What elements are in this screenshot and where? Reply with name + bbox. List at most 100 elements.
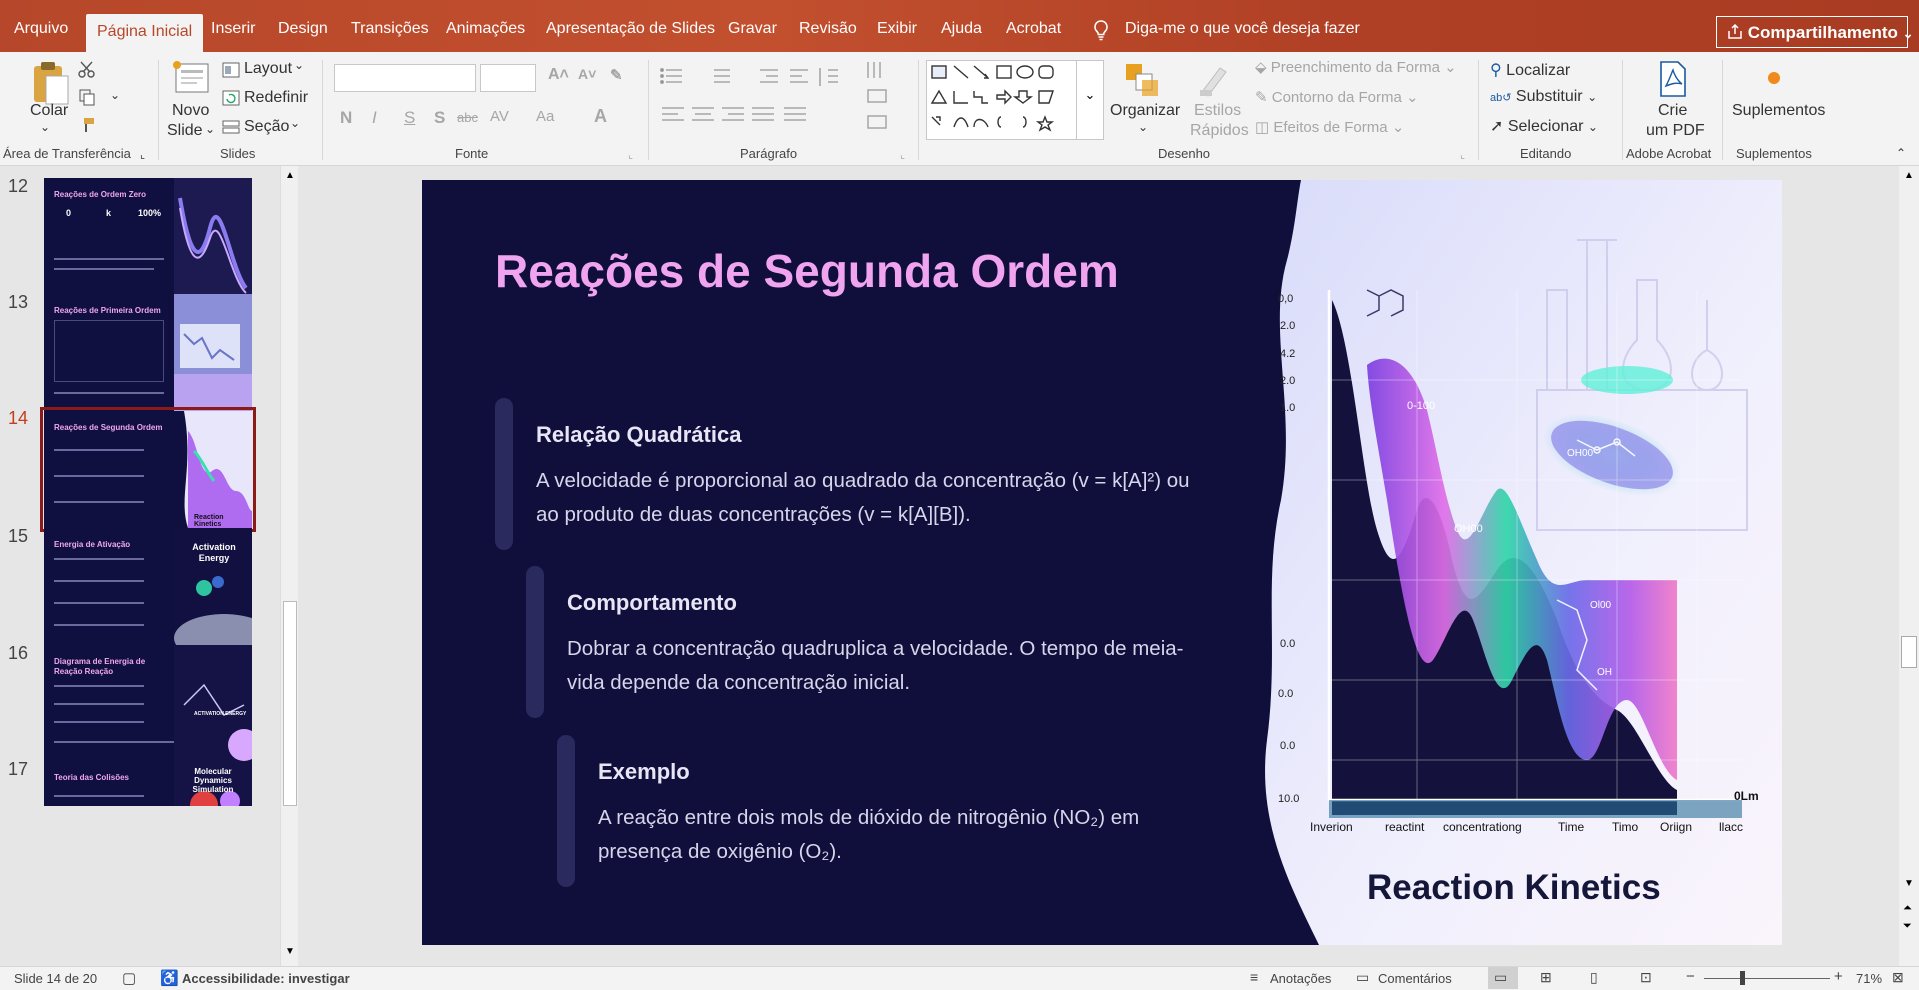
section-button[interactable]: Seção [244,118,289,136]
char-spacing-button[interactable]: AV [490,108,509,125]
copy-icon[interactable] [78,88,96,106]
next-slide-icon[interactable]: ⏷ [1903,920,1912,933]
accessibility-icon[interactable]: ♿ [160,969,179,987]
tab-ajuda[interactable]: Ajuda [941,20,982,38]
tab-transicoes[interactable]: Transições [351,20,429,38]
paragraph-controls-icon[interactable] [660,66,880,130]
slide-scrollbar[interactable]: ▲ ▼ ⏶ ⏷ [1899,166,1919,966]
share-button[interactable]: Compartilhamento ⌄ [1716,16,1914,48]
reset-button[interactable]: Redefinir [244,89,308,107]
slide-scroll-thumb[interactable] [1901,636,1917,668]
spell-check-icon[interactable]: ▢ [122,969,136,987]
tab-inserir[interactable]: Inserir [211,20,255,38]
bold-button[interactable]: N [340,108,352,128]
cut-icon[interactable] [78,60,96,78]
slide-thumbnail-16[interactable]: Diagrama de Energia de Reação Reação ACT… [44,645,252,762]
tab-pagina-inicial[interactable]: Página Inicial [86,14,204,52]
zoom-slider-track[interactable] [1704,978,1830,979]
slide-sorter-icon[interactable]: ⊞ [1540,969,1552,986]
section-heading[interactable]: Relação Quadrática [536,422,741,448]
section-icon[interactable] [222,119,240,135]
zoom-slider-thumb[interactable] [1740,971,1745,985]
font-name-combo[interactable] [334,64,476,92]
reading-view-icon[interactable]: ▯ [1590,969,1598,986]
accessibility-status[interactable]: Accessibilidade: investigar [182,971,350,986]
tab-design[interactable]: Design [278,20,328,38]
chevron-down-icon[interactable]: ⌄ [205,122,215,136]
change-case-button[interactable]: Aa [536,108,554,125]
arrange-icon[interactable] [1122,60,1162,100]
shape-effects-button[interactable]: ◫ Efeitos de Forma ⌄ [1255,118,1404,136]
shape-outline-button[interactable]: ✎ Contorno da Forma ⌄ [1255,88,1419,106]
italic-button[interactable]: I [372,108,377,128]
text-direction-icon[interactable] [864,60,898,132]
comments-button[interactable]: Comentários [1378,971,1452,986]
shapes-gallery[interactable] [926,60,1078,140]
collapse-ribbon-icon[interactable]: ⌃ [1896,146,1906,160]
chevron-down-icon[interactable]: ⌄ [290,116,300,130]
notes-icon[interactable]: ≡ [1250,969,1258,985]
section-heading[interactable]: Comportamento [567,590,737,616]
dialog-launcher-icon[interactable]: ⌞ [628,148,633,161]
zoom-level[interactable]: 71% [1856,971,1882,986]
tab-revisao[interactable]: Revisão [799,20,857,38]
slide-thumbnail-14-selected[interactable]: Reações de Segunda Ordem Reaction Kineti… [40,407,256,532]
underline-button[interactable]: S [404,108,415,128]
new-slide-label-1[interactable]: Novo [172,102,209,120]
dialog-launcher-icon[interactable]: ⌞ [1460,148,1465,161]
tab-gravar[interactable]: Gravar [728,20,777,38]
tab-exibir[interactable]: Exibir [877,20,917,38]
slide-title[interactable]: Reações de Segunda Ordem [495,244,1119,298]
slide-thumbnail-12[interactable]: Reações de Ordem Zero 0 k 100% [44,178,252,295]
font-color-button[interactable]: A [594,106,607,127]
new-slide-icon[interactable] [170,58,210,96]
scroll-up-icon[interactable]: ▲ [285,170,295,181]
addins-icon[interactable] [1764,68,1784,88]
quick-styles-label-2[interactable]: Rápidos [1190,122,1249,140]
chevron-down-icon[interactable]: ⌄ [1138,120,1148,134]
quick-styles-icon[interactable] [1196,60,1236,100]
chevron-down-icon[interactable]: ⌄ [294,58,304,72]
select-button[interactable]: ➚ Selecionar ⌄ [1490,116,1598,136]
previous-slide-icon[interactable]: ⏶ [1903,902,1912,915]
shape-fill-button[interactable]: ⬙ Preenchimento da Forma ⌄ [1255,58,1457,76]
paste-label[interactable]: Colar [30,102,68,120]
zoom-in-icon[interactable]: + [1834,968,1843,985]
new-slide-label-2[interactable]: Slide [167,122,203,140]
tab-animacoes[interactable]: Animações [446,20,525,38]
layout-button[interactable]: Layout [244,60,292,78]
find-button[interactable]: ⚲ Localizar [1490,60,1570,80]
slide-thumbnail-15[interactable]: Energia de Ativação Activation Energy [44,528,252,645]
section-body[interactable]: Dobrar a concentração quadruplica a velo… [567,632,1197,700]
comments-icon[interactable]: ▭ [1356,969,1369,986]
clear-format-icon[interactable]: ✎ [610,66,623,84]
thumbnail-scroll-thumb[interactable] [283,601,297,806]
replace-button[interactable]: ab↺ Substituir ⌄ [1490,88,1597,106]
quick-styles-label-1[interactable]: Estilos [1194,102,1241,120]
slide-canvas[interactable]: Reações de Segunda Ordem Relação Quadrát… [422,180,1782,945]
fit-slide-icon[interactable]: ⊠ [1892,969,1904,986]
tab-arquivo[interactable]: Arquivo [14,20,68,38]
thumbnail-scrollbar[interactable]: ▲ ▼ [280,166,298,966]
notes-button[interactable]: Anotações [1270,971,1331,986]
tell-me-search[interactable]: Diga-me o que você deseja fazer [1125,20,1360,38]
chevron-down-icon[interactable]: ⌄ [110,88,120,102]
addins-label[interactable]: Suplementos [1732,102,1825,120]
section-body[interactable]: A reação entre dois mols de dióxido de n… [598,801,1198,869]
strikethrough-button[interactable]: abc [457,110,478,125]
arrange-label[interactable]: Organizar [1110,102,1180,120]
create-pdf-icon[interactable] [1658,60,1688,98]
chevron-down-icon[interactable]: ⌄ [40,120,50,134]
tab-apresentacao[interactable]: Apresentação de Slides [546,20,715,38]
section-heading[interactable]: Exemplo [598,759,690,785]
scroll-down-icon[interactable]: ▼ [1904,878,1914,889]
create-pdf-label-2[interactable]: um PDF [1646,122,1705,140]
slideshow-icon[interactable]: ⊡ [1640,969,1652,986]
layout-icon[interactable] [222,62,240,78]
shapes-more-button[interactable]: ⌄ [1076,60,1104,140]
decrease-font-icon[interactable]: A˅ [578,66,596,82]
tab-acrobat[interactable]: Acrobat [1006,20,1061,38]
reset-icon[interactable] [222,90,240,106]
scroll-up-icon[interactable]: ▲ [1904,170,1914,181]
zoom-out-icon[interactable]: − [1686,968,1695,985]
